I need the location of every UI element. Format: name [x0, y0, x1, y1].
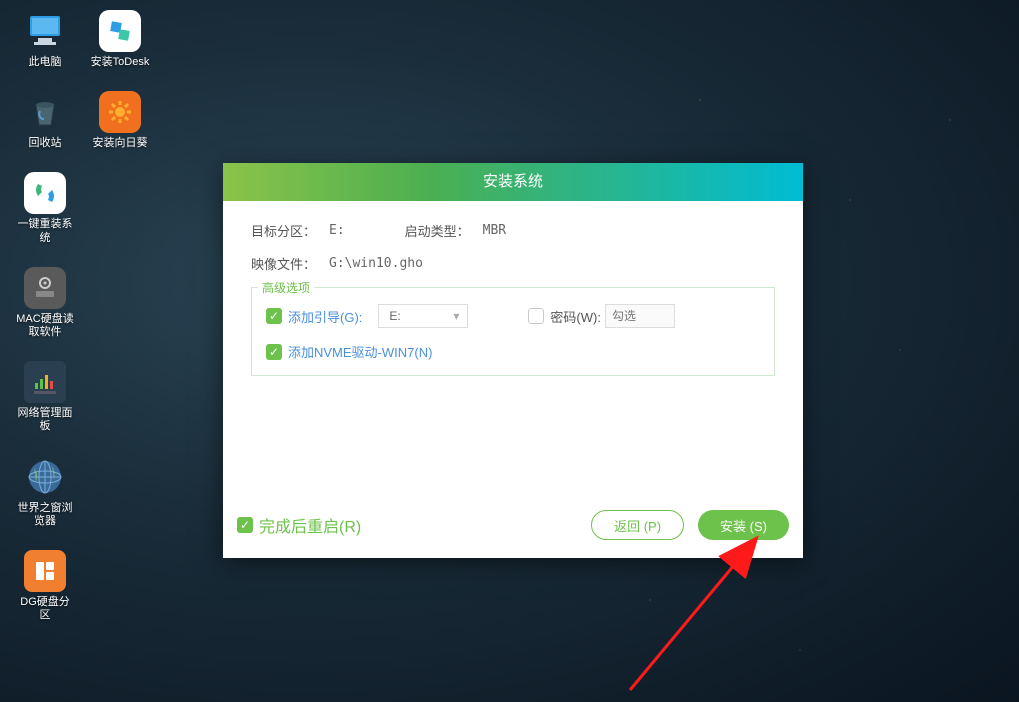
image-file-value: G:\win10.gho: [329, 256, 423, 271]
disk-icon: [24, 267, 66, 309]
desktop-icon-sunflower[interactable]: 安装向日葵: [90, 91, 150, 150]
checkbox-add-boot[interactable]: ✓: [266, 308, 282, 324]
back-button-label: 返回 (P): [614, 516, 661, 535]
desktop-icon-one-key-reinstall[interactable]: 一键重装系统: [15, 172, 75, 244]
back-button[interactable]: 返回 (P): [591, 510, 684, 540]
desktop-icon-mac-disk[interactable]: MAC硬盘读取软件: [15, 267, 75, 339]
advanced-options-fieldset: 高级选项 ✓ 添加引导(G): E: 密码(W): ✓ 添加NVME驱动-WIN…: [251, 287, 775, 376]
desktop-icon-label: 世界之窗浏览器: [15, 502, 75, 528]
add-nvme-label: 添加NVME驱动-WIN7(N): [288, 342, 432, 361]
dialog-body: 目标分区： E: 启动类型： MBR 映像文件： G:\win10.gho 高级…: [223, 201, 803, 558]
sunflower-icon: [99, 91, 141, 133]
password-input[interactable]: [605, 304, 675, 328]
desktop-icon-network-panel[interactable]: 网络管理面板: [15, 361, 75, 433]
globe-icon: [24, 456, 66, 498]
partition-icon: [24, 550, 66, 592]
desktop-icons-col1: 此电脑 回收站 一键重装系统 MAC硬盘读取软件 网络管理面板 世界之窗浏览器: [15, 10, 75, 622]
recycle-bin-icon: [24, 91, 66, 133]
dialog-title: 安装系统: [223, 163, 803, 201]
computer-icon: [24, 10, 66, 52]
desktop-icon-label: 回收站: [29, 137, 62, 150]
desktop-icon-todesk[interactable]: 安装ToDesk: [90, 10, 150, 69]
desktop-icons-col2: 安装ToDesk 安装向日葵: [90, 10, 150, 150]
image-file-label: 映像文件：: [251, 254, 329, 273]
boot-type-value: MBR: [483, 223, 506, 238]
desktop-icon-label: 网络管理面板: [15, 407, 75, 433]
install-button[interactable]: 安装 (S): [698, 510, 789, 540]
desktop-icon-label: 一键重装系统: [15, 218, 75, 244]
restart-after-label: 完成后重启(R): [259, 513, 361, 537]
desktop-icon-label: 安装向日葵: [93, 137, 148, 150]
desktop-icon-browser[interactable]: 世界之窗浏览器: [15, 456, 75, 528]
install-dialog: 安装系统 目标分区： E: 启动类型： MBR 映像文件： G:\win10.g…: [223, 163, 803, 558]
desktop-icon-label: MAC硬盘读取软件: [15, 313, 75, 339]
opt-add-boot: ✓ 添加引导(G): E: 密码(W):: [266, 304, 760, 328]
target-partition-label: 目标分区：: [251, 221, 329, 240]
row-image-file: 映像文件： G:\win10.gho: [251, 254, 775, 273]
desktop-icon-label: 安装ToDesk: [91, 56, 150, 69]
password-label: 密码(W):: [550, 307, 601, 326]
target-partition-value: E:: [329, 223, 345, 238]
checkbox-password[interactable]: [528, 308, 544, 324]
desktop-icon-label: DG硬盘分区: [15, 596, 75, 622]
install-button-label: 安装 (S): [720, 516, 767, 535]
reinstall-icon: [24, 172, 66, 214]
todesk-icon: [99, 10, 141, 52]
add-boot-select-value: E:: [389, 309, 400, 323]
add-boot-select[interactable]: E:: [378, 304, 468, 328]
dialog-footer: ✓ 完成后重启(R) 返回 (P) 安装 (S): [237, 510, 789, 540]
add-boot-label: 添加引导(G):: [288, 307, 362, 326]
desktop-icon-label: 此电脑: [29, 56, 62, 69]
checkbox-nvme[interactable]: ✓: [266, 344, 282, 360]
row-target-partition: 目标分区： E: 启动类型： MBR: [251, 221, 775, 240]
desktop-icon-this-pc[interactable]: 此电脑: [15, 10, 75, 69]
checkbox-restart[interactable]: ✓: [237, 517, 253, 533]
desktop-icon-dg-partition[interactable]: DG硬盘分区: [15, 550, 75, 622]
opt-add-nvme: ✓ 添加NVME驱动-WIN7(N): [266, 342, 760, 361]
desktop-icon-recycle-bin[interactable]: 回收站: [15, 91, 75, 150]
advanced-legend: 高级选项: [258, 279, 314, 296]
boot-type-label: 启动类型：: [405, 221, 483, 240]
network-icon: [24, 361, 66, 403]
